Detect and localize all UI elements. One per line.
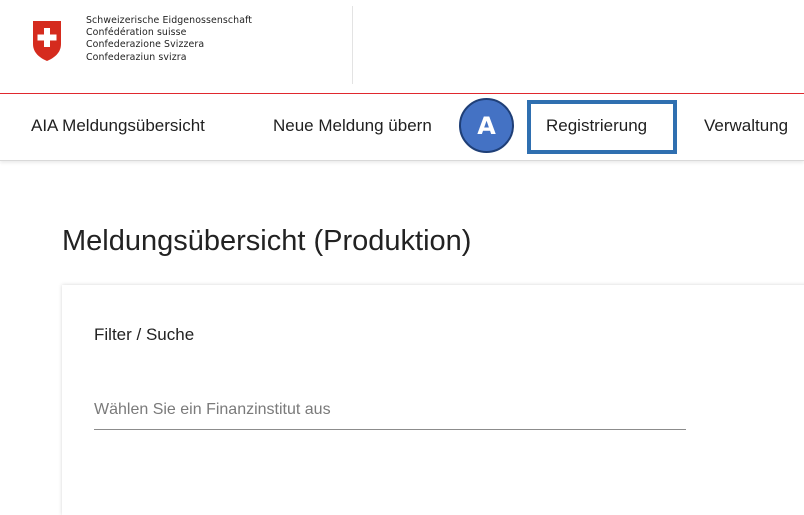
financial-institution-placeholder: Wählen Sie ein Finanzinstitut aus — [94, 401, 331, 418]
brand-line-rm: Confederaziun svizra — [86, 51, 187, 63]
nav-item-aia-meldungsuebersicht[interactable]: AIA Meldungsübersicht — [31, 116, 205, 136]
brand-line-fr: Confédération suisse — [86, 27, 187, 39]
page-title: Meldungsübersicht (Produktion) — [62, 225, 472, 257]
swiss-crest-icon[interactable] — [32, 20, 62, 62]
confederation-wordmark[interactable]: Schweizerische Eidgenossenschaft Confédé… — [86, 15, 252, 64]
brand-line-de: Schweizerische Eidgenossenschaft — [86, 15, 253, 26]
registrierung-highlight-box — [527, 100, 677, 154]
brand-line-it: Confederazione Svizzera — [86, 39, 205, 51]
filter-card: Filter / Suche Wählen Sie ein Finanzinst… — [62, 285, 804, 515]
nav-item-neue-meldung[interactable]: Neue Meldung übern — [273, 116, 432, 136]
site-header: Schweizerische Eidgenossenschaft Confédé… — [0, 0, 804, 92]
main-nav: AIA Meldungsübersicht Neue Meldung übern… — [0, 94, 804, 161]
financial-institution-select[interactable]: Wählen Sie ein Finanzinstitut aus — [94, 399, 686, 430]
annotation-badge-a: A — [459, 98, 514, 153]
filter-card-title: Filter / Suche — [94, 325, 195, 344]
nav-item-verwaltung[interactable]: Verwaltung — [704, 116, 788, 136]
header-divider — [352, 6, 353, 84]
